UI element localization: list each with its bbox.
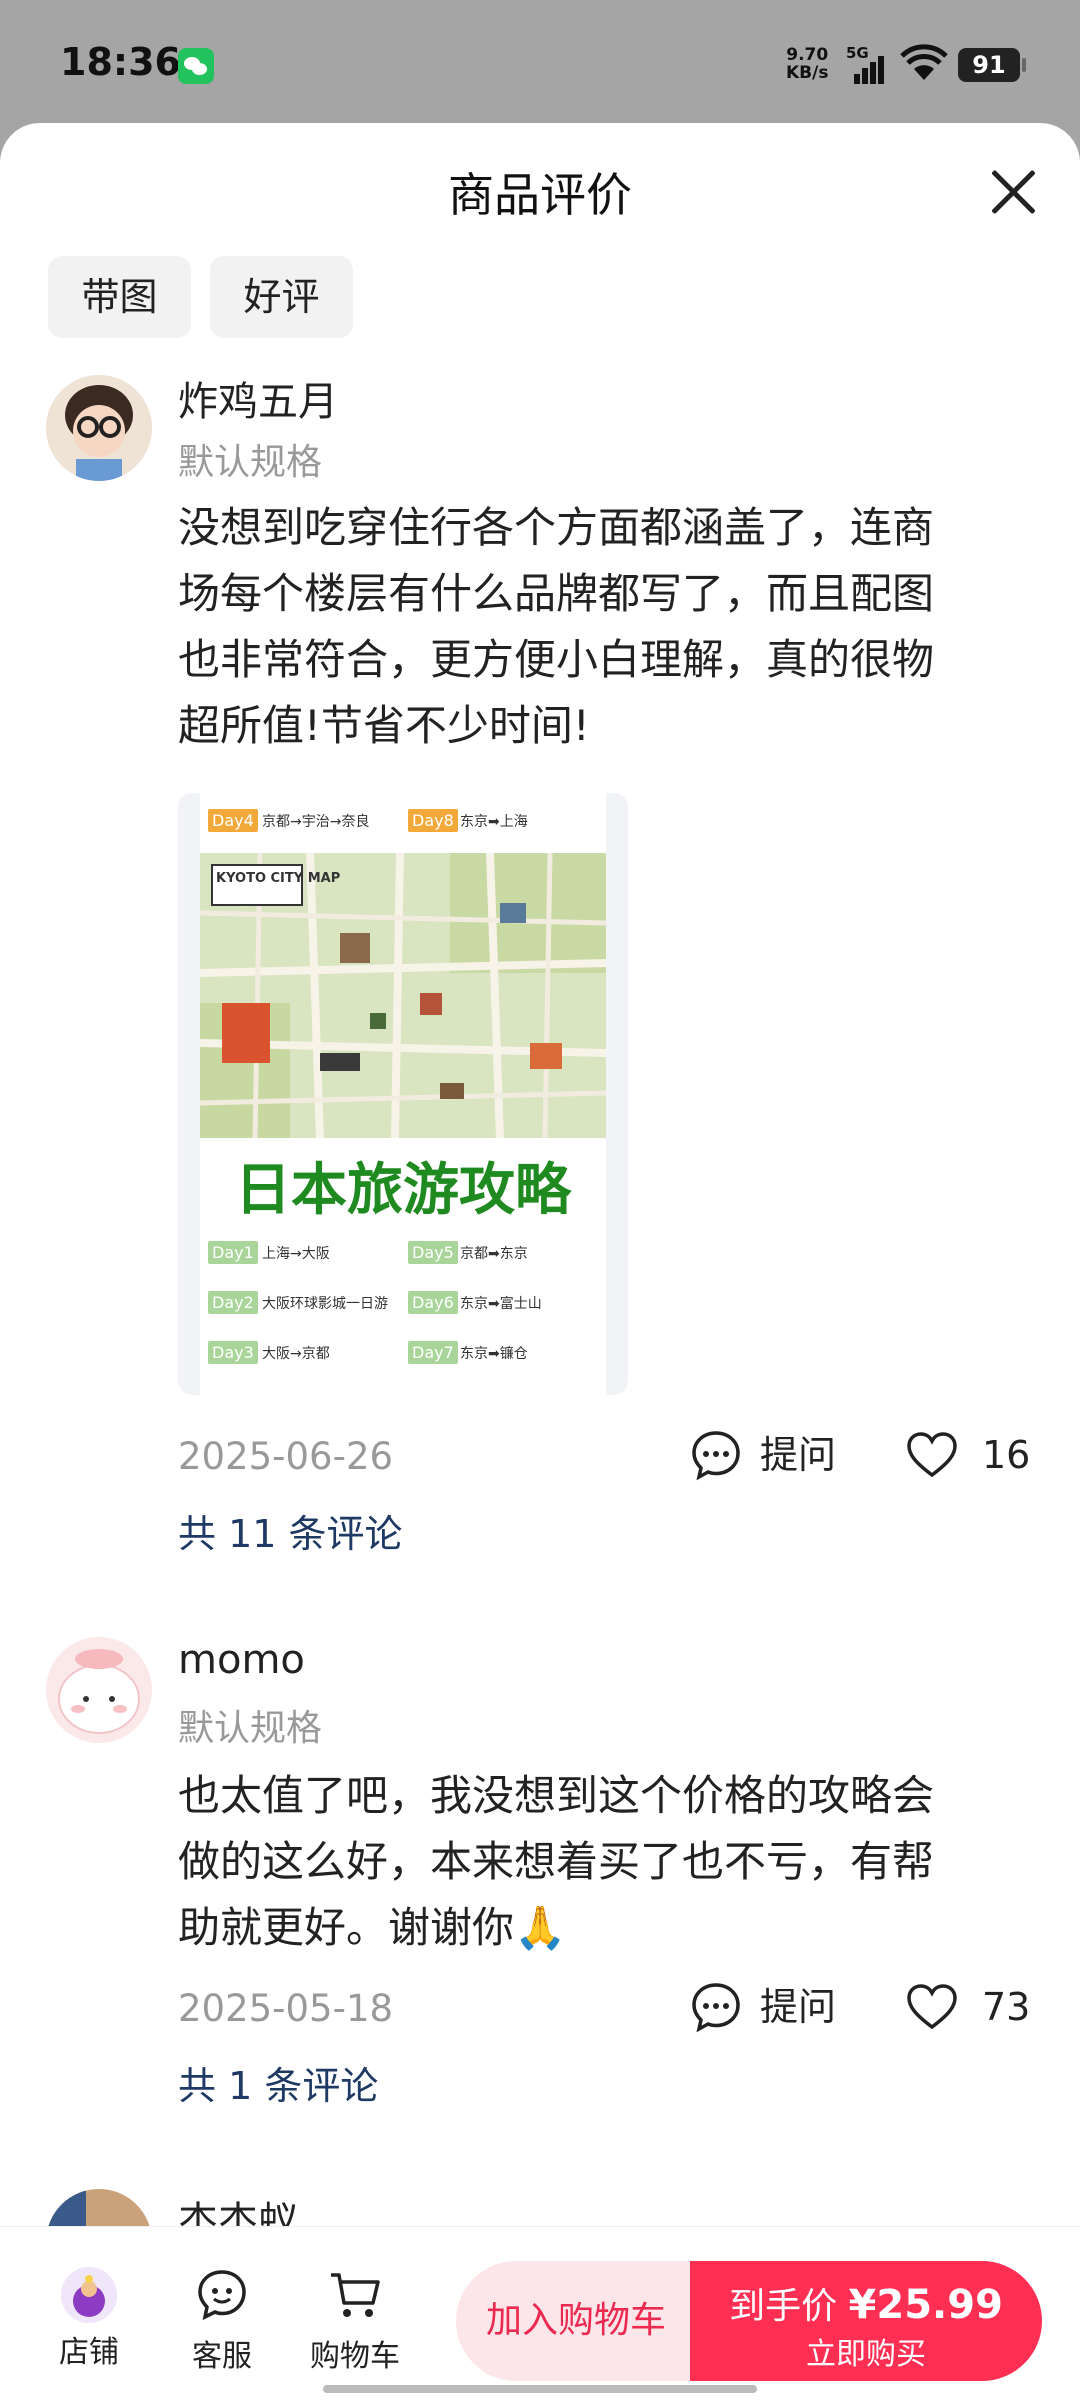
city-map-illustration: KYOTO CITY MAP <box>200 853 606 1138</box>
like-button[interactable]: 16 <box>906 1425 1036 1485</box>
avatar[interactable] <box>46 375 152 481</box>
review-date: 2025-05-18 <box>178 1987 394 2030</box>
map-label: KYOTO CITY MAP <box>216 871 341 886</box>
cellular-signal-icon: 5G <box>846 44 890 84</box>
battery-icon: 91 <box>958 48 1026 82</box>
buy-now-button[interactable]: 到手价 ¥25.99 立即购买 <box>690 2261 1042 2381</box>
day-text: 东京➡富士山 <box>460 1296 542 1312</box>
status-time: 18:36 <box>60 40 181 84</box>
like-count: 73 <box>982 1985 1031 2029</box>
username: 炸鸡五月 <box>178 379 338 425</box>
filter-positive[interactable]: 好评 <box>210 256 353 338</box>
day-text: 京都➡东京 <box>460 1246 528 1262</box>
status-bar: 18:36 9.70 KB/s 5G 91 <box>0 0 1080 130</box>
day-tag: Day6 <box>408 1291 458 1314</box>
day-tag: Day1 <box>208 1241 258 1264</box>
day-text: 东京➡镰仓 <box>460 1346 528 1362</box>
ask-button[interactable]: 提问 <box>690 1425 850 1485</box>
comments-link[interactable]: 共 11 条评论 <box>178 1503 403 1558</box>
day-text: 大阪→京都 <box>262 1346 330 1362</box>
spec-label: 默认规格 <box>178 442 323 483</box>
comments-link[interactable]: 共 1 条评论 <box>178 2055 378 2110</box>
day-text: 京都→宇治→奈良 <box>262 814 370 830</box>
shop-avatar <box>61 2267 117 2323</box>
like-button[interactable]: 73 <box>906 1977 1036 2037</box>
guide-title: 日本旅游攻略 <box>235 1158 571 1223</box>
home-indicator[interactable] <box>323 2385 757 2393</box>
day-tag: Day8 <box>408 809 458 832</box>
filter-with-images[interactable]: 带图 <box>48 256 191 338</box>
heart-icon <box>907 1432 957 1478</box>
reviews-sheet: 商品评价 带图 好评 炸鸡五月 默认规格 没想到吃穿住行各个方面都涵盖了，连商 … <box>0 123 1080 2400</box>
net-speed: 9.70 KB/s <box>786 45 829 83</box>
bottom-action-bar: 店铺 客服 购物车 加入购物车 到手价 ¥25.99 立即购买 <box>0 2226 1080 2401</box>
day-tag: Day5 <box>408 1241 458 1264</box>
day-text: 上海→大阪 <box>262 1246 330 1262</box>
review-text: 没想到吃穿住行各个方面都涵盖了，连商 场每个楼层有什么品牌都写了，而且配图 也非… <box>178 503 935 750</box>
shop-button[interactable]: 店铺 <box>34 2267 144 2371</box>
wifi-icon <box>900 44 948 80</box>
add-to-cart-button[interactable]: 加入购物车 <box>456 2261 696 2381</box>
chat-bubble-icon <box>692 1431 740 1481</box>
customer-service-button[interactable]: 客服 <box>167 2267 277 2375</box>
chat-bubble-icon <box>692 1983 740 2033</box>
close-icon[interactable] <box>985 163 1043 221</box>
day-tag: Day7 <box>408 1341 458 1364</box>
username: momo <box>178 1637 305 1683</box>
review-text: 也太值了吧，我没想到这个价格的攻略会 做的这么好，本来想着买了也不亏，有帮 助就… <box>178 1771 935 1952</box>
sheet-title: 商品评价 <box>448 168 632 222</box>
review-image[interactable]: Day4 京都→宇治→奈良 Day8 东京➡上海 KYOTO CITY MAP … <box>178 793 628 1395</box>
wechat-icon <box>178 48 214 84</box>
like-count: 16 <box>982 1433 1031 1477</box>
avatar[interactable] <box>46 1637 152 1743</box>
cart-icon <box>331 2273 380 2317</box>
chat-service-icon <box>198 2270 246 2321</box>
review-date: 2025-06-26 <box>178 1435 394 1478</box>
spec-label: 默认规格 <box>178 1708 323 1749</box>
day-text: 大阪环球影城一日游 <box>262 1296 388 1312</box>
cart-button[interactable]: 购物车 <box>300 2267 410 2375</box>
day-text: 东京➡上海 <box>460 814 528 830</box>
price: ¥25.99 <box>848 2282 1003 2328</box>
heart-icon <box>907 1984 957 2030</box>
day-tag: Day2 <box>208 1291 258 1314</box>
ask-button[interactable]: 提问 <box>690 1977 850 2037</box>
day-tag: Day4 <box>208 809 258 832</box>
day-tag: Day3 <box>208 1341 258 1364</box>
